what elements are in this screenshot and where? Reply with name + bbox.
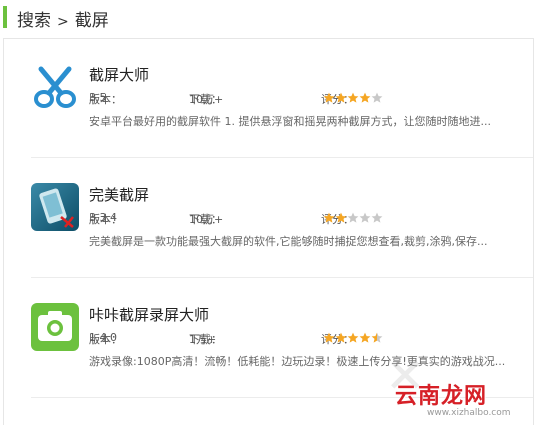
star-icon <box>335 332 347 343</box>
rating-stars <box>323 331 383 344</box>
star-icon <box>323 332 335 343</box>
star-icon <box>347 92 359 103</box>
divider <box>31 157 533 158</box>
star-icon <box>335 92 347 103</box>
scissors-icon[interactable] <box>31 63 79 111</box>
watermark-logo: 云南龙网 <box>395 384 488 409</box>
star-icon <box>359 92 371 103</box>
watermark-url: www.xizhalbo.com <box>427 408 511 418</box>
star-icon <box>371 92 383 103</box>
star-icon <box>359 212 371 223</box>
app-name[interactable]: 咔咔截屏录屏大师 <box>89 304 209 325</box>
header: 搜索 > 截屏 <box>0 0 534 37</box>
breadcrumb-separator: > <box>57 14 69 30</box>
breadcrumb-current: 截屏 <box>74 11 109 31</box>
app-name[interactable]: 截屏大师 <box>89 64 149 85</box>
star-icon <box>371 332 383 343</box>
accent-bar <box>3 6 7 28</box>
app-downloads: 1万+ <box>189 333 217 346</box>
app-name[interactable]: 完美截屏 <box>89 184 149 205</box>
watermark: ✕ 云南龙网 www.xizhalbo.com <box>385 348 534 424</box>
app-downloads: 10万+ <box>189 93 224 106</box>
breadcrumb-search-link[interactable]: 搜索 <box>17 11 51 31</box>
rating-stars <box>323 211 383 224</box>
results-panel: 截屏大师 版本： 3.5 下载： 10万+ 评分： 安卓平台最好用的截屏软件 1. … <box>3 38 534 425</box>
star-icon <box>347 212 359 223</box>
star-icon <box>323 92 335 103</box>
app-version: 3.3.4 <box>89 211 117 224</box>
app-description: 游戏录像:1080P高清！流畅！低耗能！边玩边录！极速上传分享!更真实的游戏战况… <box>89 355 506 368</box>
app-list-item[interactable]: 截屏大师 版本： 3.5 下载： 10万+ 评分： 安卓平台最好用的截屏软件 1. … <box>4 39 533 157</box>
camera-icon[interactable] <box>31 303 79 351</box>
app-version: 3.5 <box>89 91 107 104</box>
rating-stars <box>323 91 383 104</box>
star-icon <box>323 212 335 223</box>
phone-scissors-icon[interactable] <box>31 183 79 231</box>
star-icon <box>359 332 371 343</box>
app-description: 安卓平台最好用的截屏软件 1. 提供悬浮窗和摇晃两种截屏方式，让您随时随地进..… <box>89 115 491 128</box>
app-list-item[interactable]: 完美截屏 版本： 3.3.4 下载： 10万+ 评分： 完美截屏是一款功能最强大截屏… <box>4 159 533 277</box>
app-description: 完美截屏是一款功能最强大截屏的软件,它能够随时捕捉您想查看,裁剪,涂鸦,保存..… <box>89 235 488 248</box>
app-version: 1.4.0 <box>89 331 117 344</box>
divider <box>31 277 533 278</box>
breadcrumb: 搜索 > 截屏 <box>17 6 109 31</box>
star-icon <box>335 212 347 223</box>
star-icon <box>347 332 359 343</box>
app-downloads: 10万+ <box>189 213 224 226</box>
star-icon <box>371 212 383 223</box>
